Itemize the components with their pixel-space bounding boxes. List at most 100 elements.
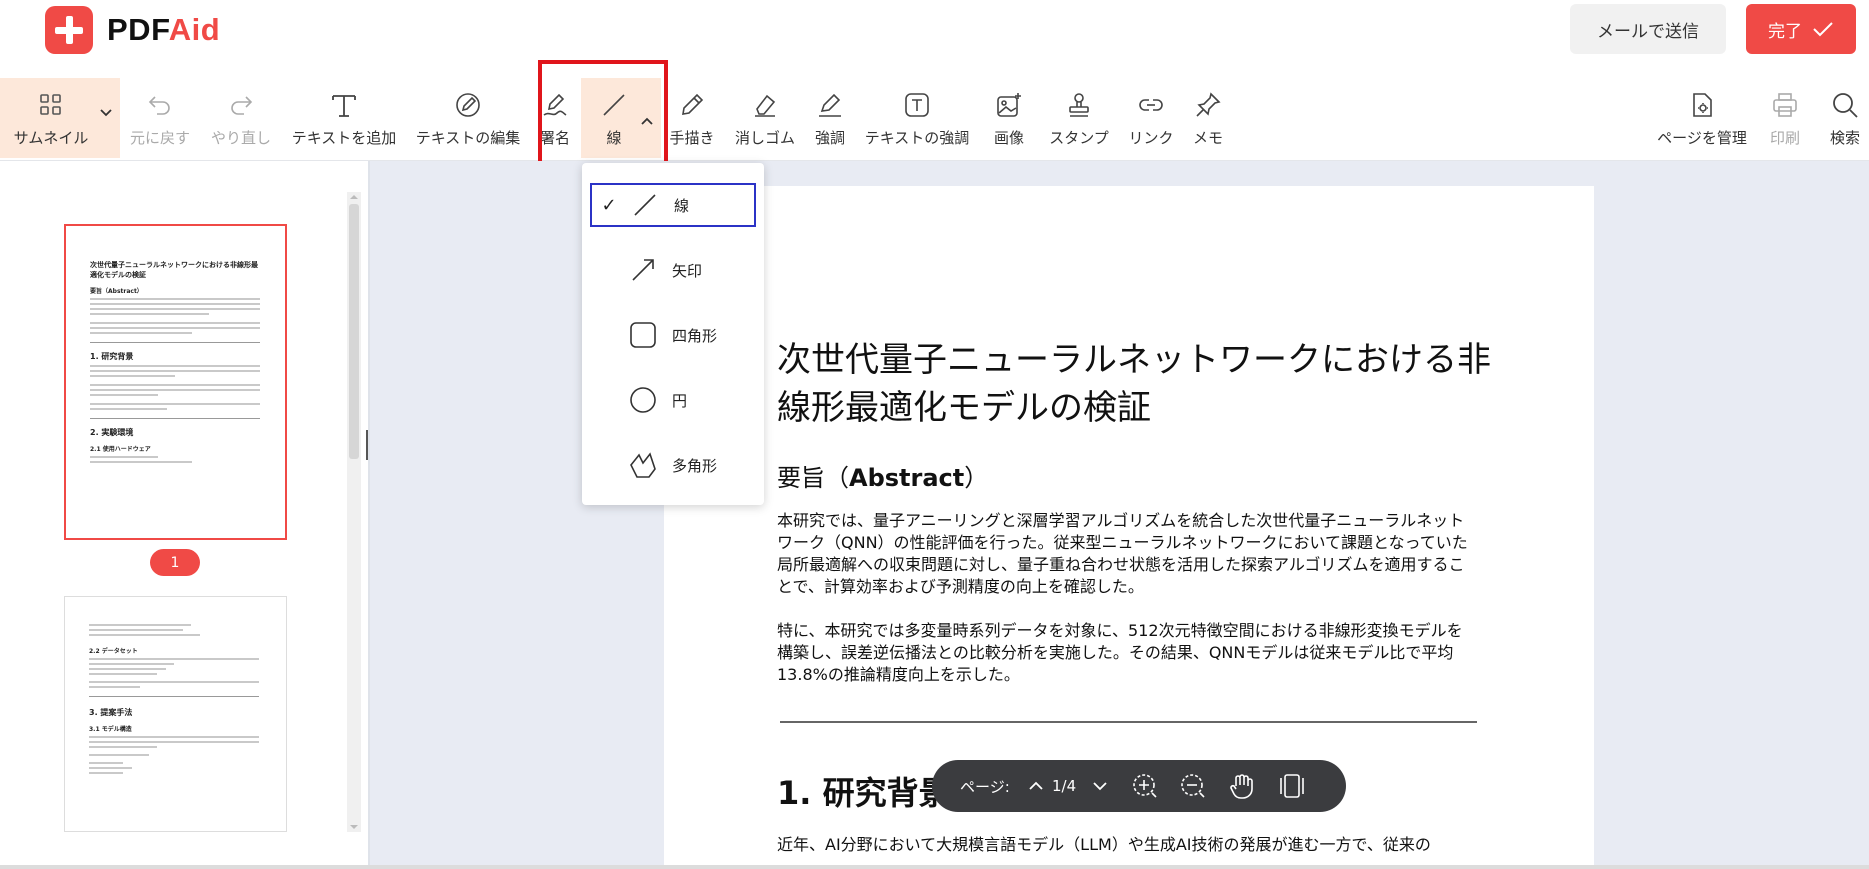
grid-icon: [39, 89, 63, 121]
thumb-heading: 2.2 データセット: [89, 648, 138, 655]
send-email-button[interactable]: メールで送信: [1570, 4, 1726, 54]
check-icon: [1813, 22, 1833, 37]
link-button[interactable]: リンク: [1127, 78, 1175, 158]
next-page-icon[interactable]: [1092, 760, 1108, 812]
redo-icon: [228, 89, 254, 121]
highlight-label: 強調: [814, 128, 845, 147]
main-toolbar: サムネイル 元に戻す やり直し テキストを追加 テキストの編集 署名 線 手描き…: [0, 78, 1869, 161]
thumb-heading: 3.1 モデル構造: [89, 726, 132, 733]
thumb-heading: 2.1 使用ハードウェア: [90, 446, 151, 453]
manage-pages-label: ページを管理: [1657, 128, 1747, 147]
print-button[interactable]: 印刷: [1766, 78, 1804, 158]
print-label: 印刷: [1769, 128, 1800, 147]
freehand-button[interactable]: 手描き: [667, 78, 717, 158]
search-label: 検索: [1829, 128, 1860, 147]
check-icon: ✓: [601, 194, 617, 216]
image-label: 画像: [993, 128, 1024, 147]
fit-page-icon[interactable]: [1278, 760, 1306, 812]
pin-icon: [1194, 89, 1222, 121]
add-text-label: テキストを追加: [291, 128, 397, 147]
polygon-icon: [624, 451, 662, 479]
rectangle-icon: [624, 321, 662, 349]
image-button[interactable]: 画像: [991, 78, 1027, 158]
shape-option-polygon[interactable]: 多角形: [590, 443, 756, 487]
link-icon: [1137, 89, 1165, 121]
thumb-heading: 要旨（Abstract）: [90, 288, 143, 295]
shape-option-line[interactable]: ✓ 線: [590, 183, 756, 227]
section-divider: [780, 721, 1477, 723]
current-page: 1: [1052, 777, 1062, 795]
section-paragraph: 近年、AI分野において大規模言語モデル（LLM）や生成AI技術の発展が進む一方で…: [777, 835, 1431, 854]
shape-option-rectangle[interactable]: 四角形: [590, 313, 756, 357]
arrow-icon: [624, 257, 662, 283]
page-thumbnail-1[interactable]: 次世代量子ニューラルネットワークにおける非線形最適化モデルの検証 要旨（Abst…: [64, 224, 287, 540]
shape-option-circle[interactable]: 円: [590, 378, 756, 422]
stamp-button[interactable]: スタンプ: [1047, 78, 1111, 158]
zoom-in-icon[interactable]: [1132, 760, 1158, 812]
manage-pages-button[interactable]: ページを管理: [1654, 78, 1750, 158]
hand-pan-icon[interactable]: [1228, 760, 1256, 812]
done-button[interactable]: 完了: [1746, 4, 1856, 54]
pdfaid-logo[interactable]: PDFAid: [45, 6, 220, 54]
thumbnail-content: 次世代量子ニューラルネットワークにおける非線形最適化モデルの検証 要旨（Abst…: [90, 260, 260, 463]
undo-button[interactable]: 元に戻す: [128, 78, 192, 158]
shape-option-label: 矢印: [672, 261, 703, 280]
shape-option-arrow[interactable]: 矢印: [590, 248, 756, 292]
page-indicator[interactable]: 1/4: [1052, 760, 1076, 812]
search-button[interactable]: 検索: [1826, 78, 1864, 158]
undo-icon: [147, 89, 173, 121]
shape-option-label: 円: [672, 391, 688, 410]
link-label: リンク: [1128, 128, 1174, 147]
memo-label: メモ: [1192, 128, 1223, 147]
memo-button[interactable]: メモ: [1189, 78, 1227, 158]
highlight-button[interactable]: 強調: [811, 78, 849, 158]
printer-icon: [1771, 89, 1799, 121]
total-pages: 4: [1066, 777, 1077, 795]
shape-option-label: 線: [674, 196, 690, 215]
scroll-down-icon[interactable]: [347, 822, 361, 832]
scrollbar-thumb[interactable]: [349, 204, 359, 459]
circle-icon: [624, 386, 662, 414]
text-t-icon: [330, 89, 358, 121]
thumbnail-content: 2.2 データセット 3. 提案手法 3.1 モデル構造: [89, 621, 259, 774]
annotation-highlight-box: [538, 60, 668, 170]
page-thumbnail-2[interactable]: 2.2 データセット 3. 提案手法 3.1 モデル構造: [64, 596, 287, 832]
thumb-heading: 1. 研究背景: [90, 352, 134, 361]
thumb-heading: 3. 提案手法: [89, 708, 133, 717]
add-text-button[interactable]: テキストを追加: [288, 78, 400, 158]
stamp-icon: [1065, 89, 1093, 121]
undo-label: 元に戻す: [129, 128, 190, 147]
text-highlight-button[interactable]: テキストの強調: [863, 78, 971, 158]
thumbnail-toggle[interactable]: サムネイル: [0, 78, 120, 158]
shape-dropdown-menu: ✓ 線 矢印 四角形 円 多角形: [582, 163, 764, 505]
window-bottom-edge: [0, 865, 1869, 869]
app-header: PDFAid メールで送信 完了: [0, 0, 1869, 60]
document-title: 次世代量子ニューラルネットワークにおける非線形最適化モデルの検証: [777, 340, 1491, 428]
section-heading: 1. 研究背景: [777, 774, 951, 812]
line-icon: [626, 192, 664, 218]
thumb-title: 次世代量子ニューラルネットワークにおける非線形最適化モデルの検証: [90, 261, 258, 279]
abstract-heading: 要旨（Abstract）: [777, 464, 989, 492]
prev-page-icon[interactable]: [1028, 760, 1044, 812]
page-navigation-bar: ページ: 1/4: [932, 760, 1346, 812]
done-button-label: 完了: [1768, 21, 1802, 42]
shape-option-label: 多角形: [672, 456, 718, 475]
redo-button[interactable]: やり直し: [208, 78, 274, 158]
text-box-icon: [903, 89, 931, 121]
eraser-label: 消しゴム: [734, 128, 795, 147]
zoom-out-icon[interactable]: [1180, 760, 1206, 812]
page-label: ページ:: [960, 777, 1010, 796]
shape-option-label: 四角形: [672, 326, 718, 345]
scroll-up-icon[interactable]: [347, 192, 361, 202]
logo-text: PDFAid: [107, 12, 221, 47]
eraser-button[interactable]: 消しゴム: [731, 78, 799, 158]
abstract-paragraph-1: 本研究では、量子アニーリングと深層学習アルゴリズムを統合した次世代量子ニューラル…: [777, 511, 1468, 596]
edit-pencil-icon: [454, 89, 482, 121]
chevron-down-icon[interactable]: [100, 106, 112, 120]
freehand-label: 手描き: [669, 128, 715, 147]
pencil-icon: [678, 89, 706, 121]
logo-plus-icon: [45, 6, 93, 54]
page-gear-icon: [1688, 89, 1716, 121]
edit-text-button[interactable]: テキストの編集: [412, 78, 524, 158]
text-highlight-label: テキストの強調: [864, 128, 970, 147]
